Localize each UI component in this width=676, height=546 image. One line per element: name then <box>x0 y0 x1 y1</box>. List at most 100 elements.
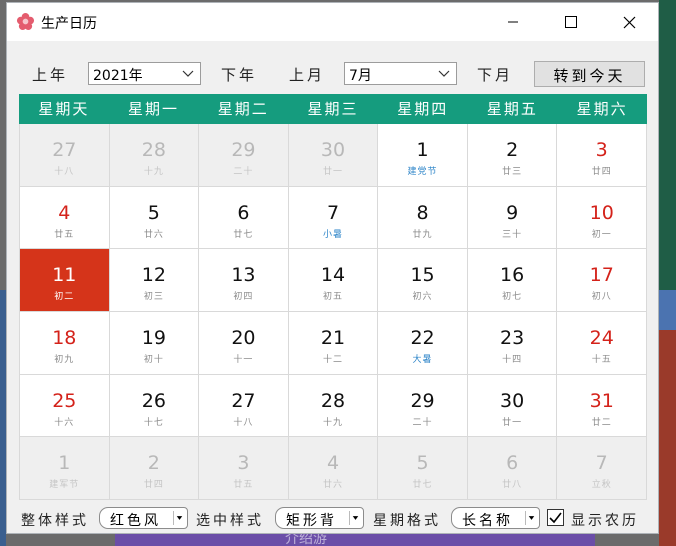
prev-year-button[interactable]: 上年 <box>32 64 68 85</box>
day-cell[interactable]: 2 廿三 <box>467 124 557 186</box>
minimize-button[interactable] <box>485 3 541 41</box>
day-number: 21 <box>320 327 346 349</box>
year-select[interactable]: 2021年 <box>88 62 201 85</box>
day-cell[interactable]: 22 大暑 <box>378 312 467 374</box>
lunar-date: 十六 <box>54 417 75 428</box>
lunar-date: 廿五 <box>54 229 75 240</box>
day-grid: 27 十八 28 十九 29 二十 30 廿一 1 建党节 2 廿三 3 廿四 4 廿五 5 廿六 6 廿七 7 小暑 8 廿… <box>19 124 647 500</box>
day-number: 4 <box>326 452 340 475</box>
dropdown-arrow-icon <box>349 511 361 525</box>
day-cell[interactable]: 30 廿一 <box>288 124 378 186</box>
lunar-date: 初四 <box>233 292 254 303</box>
lunar-date: 十八 <box>233 417 254 428</box>
lunar-date: 初二 <box>54 292 75 303</box>
day-cell[interactable]: 9 三十 <box>467 186 557 249</box>
week-format-select[interactable]: 长名称 <box>451 507 540 529</box>
lunar-date: 廿六 <box>322 480 343 491</box>
day-cell[interactable]: 15 初六 <box>378 249 467 311</box>
day-cell[interactable]: 10 初一 <box>557 186 646 249</box>
next-month-button[interactable]: 下月 <box>477 64 513 85</box>
day-cell[interactable]: 29 二十 <box>199 124 288 186</box>
selected-style-select[interactable]: 矩形背 <box>275 507 364 529</box>
next-year-button[interactable]: 下年 <box>221 64 257 85</box>
day-cell[interactable]: 18 初九 <box>20 312 109 374</box>
day-cell[interactable]: 3 廿五 <box>199 437 288 499</box>
day-cell[interactable]: 6 廿八 <box>467 437 557 499</box>
day-number: 24 <box>589 327 614 349</box>
maximize-button[interactable] <box>543 3 599 41</box>
day-cell[interactable]: 21 十二 <box>288 312 378 374</box>
week-format-value: 长名称 <box>462 513 513 529</box>
day-cell[interactable]: 25 十六 <box>20 374 109 437</box>
lunar-date: 十七 <box>143 417 164 428</box>
dropdown-arrow-icon <box>173 511 185 525</box>
day-number: 7 <box>326 201 340 224</box>
lunar-date: 初十 <box>143 355 164 365</box>
day-cell[interactable]: 20 十一 <box>199 312 288 374</box>
day-cell[interactable]: 2 廿四 <box>109 437 199 499</box>
day-cell[interactable]: 13 初四 <box>199 249 288 311</box>
overall-style-value: 红色风 <box>110 513 161 529</box>
window-title: 生产日历 <box>41 16 97 32</box>
overall-style-select[interactable]: 红色风 <box>99 507 188 529</box>
day-cell[interactable]: 7 小暑 <box>288 186 378 249</box>
day-cell[interactable]: 8 廿九 <box>378 186 467 249</box>
day-cell[interactable]: 5 廿六 <box>109 186 199 249</box>
lunar-date: 廿一 <box>322 167 343 177</box>
day-cell[interactable]: 23 十四 <box>467 312 557 374</box>
day-cell[interactable]: 4 廿五 <box>20 186 109 249</box>
day-cell[interactable]: 24 十五 <box>557 312 646 374</box>
day-cell[interactable]: 28 十九 <box>288 374 378 437</box>
day-number: 7 <box>595 452 608 475</box>
day-cell[interactable]: 4 廿六 <box>288 437 378 499</box>
minimize-icon <box>508 21 518 23</box>
lunar-date: 初七 <box>502 292 523 303</box>
selected-style-label: 选中样式 <box>196 513 264 529</box>
day-cell[interactable]: 3 廿四 <box>557 124 646 186</box>
day-number: 22 <box>410 327 435 349</box>
month-select[interactable]: 7月 <box>344 62 457 85</box>
day-cell[interactable]: 26 十七 <box>109 374 199 437</box>
plum-blossom-icon <box>16 12 35 31</box>
day-cell[interactable]: 31 廿二 <box>557 374 646 437</box>
lunar-date: 廿四 <box>143 480 164 491</box>
day-number: 17 <box>589 264 614 287</box>
day-number: 6 <box>237 201 250 224</box>
day-number: 20 <box>231 327 256 349</box>
day-cell[interactable]: 27 十八 <box>199 374 288 437</box>
day-cell[interactable]: 30 廿一 <box>467 374 557 437</box>
close-button[interactable] <box>601 3 657 41</box>
show-lunar-checkbox[interactable] <box>547 509 564 526</box>
month-select-value: 7月 <box>349 68 372 84</box>
lunar-date: 十五 <box>591 355 612 365</box>
day-cell[interactable]: 5 廿七 <box>378 437 467 499</box>
day-number: 29 <box>231 139 256 161</box>
lunar-date: 十一 <box>233 355 254 365</box>
day-cell[interactable]: 1 建军节 <box>20 437 109 499</box>
show-lunar-label[interactable]: 显示农历 <box>571 510 639 530</box>
day-cell[interactable]: 14 初五 <box>288 249 378 311</box>
day-cell[interactable]: 12 初三 <box>109 249 199 311</box>
day-cell[interactable]: 19 初十 <box>109 312 199 374</box>
prev-month-button[interactable]: 上月 <box>289 64 325 85</box>
day-cell[interactable]: 6 廿七 <box>199 186 288 249</box>
day-cell[interactable]: 27 十八 <box>20 124 109 186</box>
lunar-date: 二十 <box>412 417 433 428</box>
lunar-date: 初一 <box>591 229 612 240</box>
day-cell[interactable]: 16 初七 <box>467 249 557 311</box>
lunar-date: 十四 <box>502 355 523 365</box>
weekday-label: 星期六 <box>576 100 628 118</box>
day-cell[interactable]: 17 初八 <box>557 249 646 311</box>
day-cell[interactable]: 28 十九 <box>109 124 199 186</box>
day-cell-selected[interactable]: 11 初二 <box>20 249 109 311</box>
day-cell[interactable]: 7 立秋 <box>557 437 646 499</box>
title-bar[interactable]: 生产日历 <box>7 3 658 41</box>
lunar-date: 三十 <box>502 229 523 240</box>
lunar-date: 初五 <box>322 292 343 303</box>
day-cell[interactable]: 1 建党节 <box>378 124 467 186</box>
day-number: 25 <box>52 389 77 412</box>
go-to-today-button[interactable]: 转到今天 <box>534 61 645 87</box>
lunar-date: 十八 <box>54 167 75 177</box>
day-cell[interactable]: 29 二十 <box>378 374 467 437</box>
lunar-date: 初六 <box>412 292 433 303</box>
